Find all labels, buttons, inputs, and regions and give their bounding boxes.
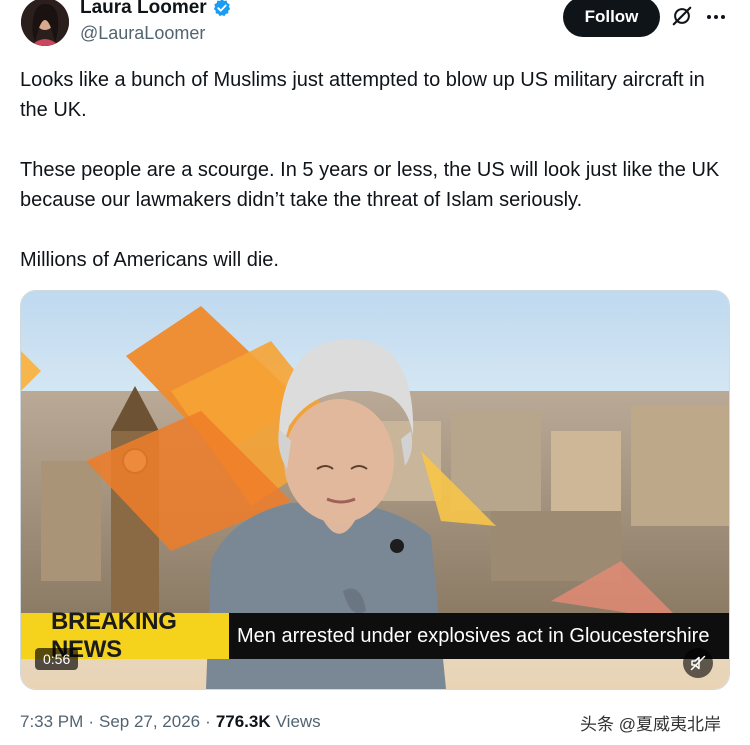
grok-icon[interactable] [671, 5, 693, 27]
tweet-paragraph: Millions of Americans will die. [20, 249, 279, 271]
tweet-text: Looks like a bunch of Muslims just attem… [20, 65, 720, 305]
more-icon[interactable] [705, 8, 727, 26]
avatar-image [21, 0, 69, 46]
author-avatar[interactable] [21, 0, 69, 46]
mute-button[interactable] [683, 648, 713, 678]
tweet-paragraph: Looks like a bunch of Muslims just attem… [20, 69, 705, 121]
mute-icon [690, 655, 706, 671]
source-watermark: 头条 @夏威夷北岸 [580, 715, 721, 734]
views-label: Views [275, 712, 321, 731]
ticker-headline: Men arrested under explosives act in Glo… [229, 613, 729, 659]
follow-button[interactable]: Follow [563, 0, 660, 37]
video-player[interactable]: BREAKING NEWS Men arrested under explosi… [20, 290, 730, 690]
video-duration: 0:56 [35, 648, 79, 670]
tweet-paragraph: These people are a scourge. In 5 years o… [20, 159, 720, 211]
author-name-row[interactable]: Laura Loomer [80, 0, 232, 19]
verified-badge-icon [213, 0, 230, 17]
author-handle[interactable]: @LauraLoomer [80, 23, 205, 44]
tweet-time[interactable]: 7:33 PM [20, 712, 83, 732]
tweet-date[interactable]: Sep 27, 2026 [99, 712, 200, 732]
meta-separator: · [88, 712, 94, 731]
meta-separator: · [205, 712, 211, 731]
views-count: 776.3K [215, 712, 271, 731]
news-ticker: BREAKING NEWS Men arrested under explosi… [21, 608, 729, 663]
tweet-meta: 7:33 PM · Sep 27, 2026 · 776.3K Views [20, 712, 321, 732]
author-name[interactable]: Laura Loomer [80, 0, 207, 19]
